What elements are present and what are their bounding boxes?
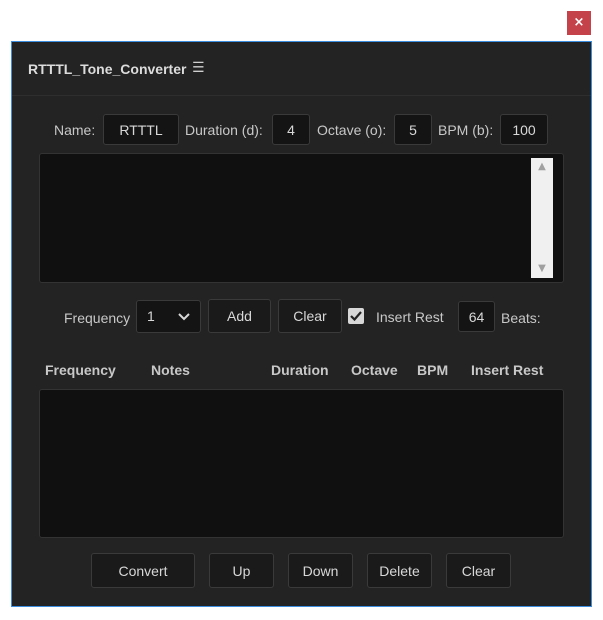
frequency-label: Frequency xyxy=(64,310,131,326)
add-button[interactable]: Add xyxy=(208,299,271,333)
panel-title: RTTTL_Tone_Converter xyxy=(28,61,187,77)
beats-input[interactable] xyxy=(458,301,495,332)
notes-list[interactable] xyxy=(39,389,564,538)
up-button[interactable]: Up xyxy=(209,553,274,588)
clear-list-button[interactable]: Clear xyxy=(446,553,511,588)
rtttl-text-area[interactable]: ▲ ▼ xyxy=(39,153,564,283)
beats-label: Beats: xyxy=(501,310,541,326)
converter-window: RTTTL_Tone_Converter ☰ Name: Duration (d… xyxy=(11,41,592,607)
column-header-frequency: Frequency xyxy=(45,362,116,378)
delete-button[interactable]: Delete xyxy=(367,553,432,588)
insert-rest-label: Insert Rest xyxy=(376,309,444,325)
duration-label: Duration (d): xyxy=(185,122,263,138)
checkmark-icon xyxy=(350,311,362,322)
name-label: Name: xyxy=(54,122,96,138)
bpm-input[interactable] xyxy=(500,114,548,145)
close-button[interactable]: × xyxy=(567,11,591,35)
bpm-label: BPM (b): xyxy=(438,122,494,138)
duration-input[interactable] xyxy=(272,114,310,145)
scroll-down-arrow-icon[interactable]: ▼ xyxy=(531,260,553,278)
title-bar: × xyxy=(0,0,603,42)
clear-frequency-button[interactable]: Clear xyxy=(278,299,342,333)
insert-rest-checkbox[interactable] xyxy=(348,308,364,324)
octave-input[interactable] xyxy=(394,114,432,145)
frequency-select[interactable]: 1 xyxy=(136,300,201,333)
octave-label: Octave (o): xyxy=(317,122,387,138)
convert-button[interactable]: Convert xyxy=(91,553,195,588)
down-button[interactable]: Down xyxy=(288,553,353,588)
text-area-scrollbar[interactable]: ▲ ▼ xyxy=(531,158,553,278)
hamburger-menu-icon[interactable]: ☰ xyxy=(192,61,206,75)
column-header-octave: Octave xyxy=(351,362,398,378)
name-input[interactable] xyxy=(103,114,179,145)
column-header-duration: Duration xyxy=(271,362,329,378)
column-header-notes: Notes xyxy=(151,362,190,378)
column-header-insert-rest: Insert Rest xyxy=(471,362,544,378)
panel-header: RTTTL_Tone_Converter ☰ xyxy=(12,42,591,96)
scroll-up-arrow-icon[interactable]: ▲ xyxy=(531,158,553,176)
column-header-bpm: BPM xyxy=(417,362,449,378)
frequency-selected-value: 1 xyxy=(147,308,155,324)
chevron-down-icon xyxy=(178,313,190,321)
